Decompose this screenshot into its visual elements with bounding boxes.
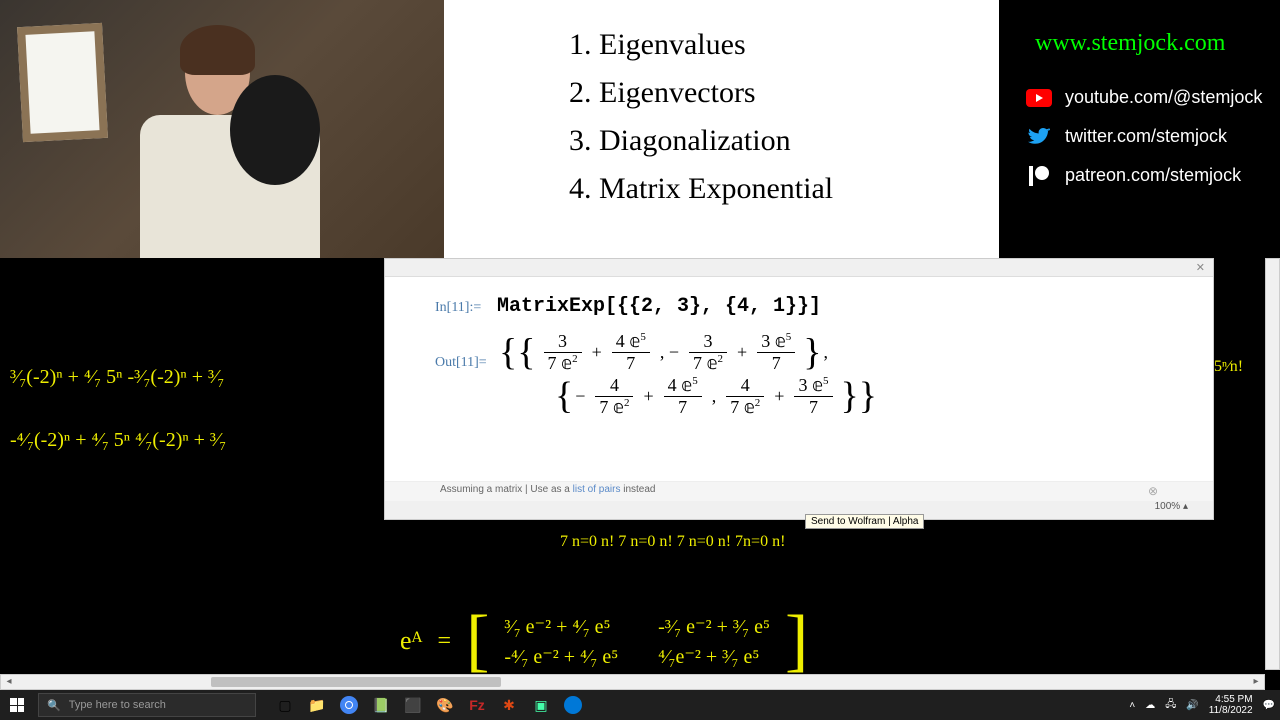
system-tray[interactable]: ˄ ☁ 🖧 🔊 4:55 PM 11/8/2022 💬 xyxy=(1129,694,1275,716)
portrait-drawing xyxy=(17,23,108,142)
youtube-icon xyxy=(1025,88,1053,108)
file-explorer-icon[interactable]: 📁 xyxy=(303,691,331,719)
matrix-bracket-right: ] xyxy=(785,601,808,681)
matrix-cells: ³⁄₇ e⁻² + ⁴⁄₇ e⁵ -³⁄₇ e⁻² + ³⁄₇ e⁵ -⁴⁄₇ … xyxy=(504,614,770,669)
windows-logo-icon xyxy=(10,698,24,712)
handwriting-bottom: 7 n=0 n! 7 n=0 n! 7 n=0 n! 7n=0 n! eᴬ = … xyxy=(0,520,1265,670)
app-icon-2[interactable]: ⬛ xyxy=(399,691,427,719)
horizontal-scrollbar[interactable]: ◂ ▸ xyxy=(0,674,1265,690)
app-icon-4[interactable]: ▣ xyxy=(527,691,555,719)
onedrive-icon[interactable]: ☁ xyxy=(1145,700,1155,711)
assumption-link[interactable]: list of pairs xyxy=(573,484,621,495)
input-code[interactable]: MatrixExp[{{2, 3}, {4, 1}}] xyxy=(497,295,821,318)
youtube-text: youtube.com/@stemjock xyxy=(1065,87,1262,108)
vertical-scrollbar[interactable] xyxy=(1265,258,1280,670)
network-icon[interactable]: 🖧 xyxy=(1165,697,1176,714)
output-expression-row2: {− 47 𝕖2 + 4 𝕖57 , 47 𝕖2 + 3 𝕖57 }} xyxy=(555,374,1183,418)
app-icon-1[interactable]: 📗 xyxy=(367,691,395,719)
microphone xyxy=(230,75,320,185)
patreon-icon xyxy=(1025,166,1053,186)
zoom-up-icon[interactable]: ▴ xyxy=(1183,501,1188,512)
website-link: www.stemjock.com xyxy=(1035,30,1270,57)
youtube-row: youtube.com/@stemjock xyxy=(1025,87,1270,108)
topics-panel: 1. Eigenvalues 2. Eigenvectors 3. Diagon… xyxy=(444,0,999,258)
mathematica-window[interactable]: ✕ In[11]:= MatrixExp[{{2, 3}, {4, 1}}] O… xyxy=(384,258,1214,520)
windows-taskbar[interactable]: 🔍 Type here to search ▢ 📁 📗 ⬛ 🎨 Fz ✱ ▣ ˄… xyxy=(0,690,1280,720)
tray-chevron-icon[interactable]: ˄ xyxy=(1129,700,1135,711)
scroll-left-icon[interactable]: ◂ xyxy=(2,676,16,689)
start-button[interactable] xyxy=(0,690,34,720)
topic-4: 4. Matrix Exponential xyxy=(569,172,969,206)
filezilla-icon[interactable]: Fz xyxy=(463,691,491,719)
topic-1: 1. Eigenvalues xyxy=(569,28,969,62)
scroll-right-icon[interactable]: ▸ xyxy=(1249,676,1263,689)
close-suggestion-icon[interactable]: ⊗ xyxy=(1148,484,1158,498)
handwriting-left: ³⁄₇(-2)ⁿ + ⁴⁄₇ 5ⁿ -³⁄₇(-2)ⁿ + ³⁄₇ -⁴⁄₇(-… xyxy=(0,258,384,520)
patreon-row: patreon.com/stemjock xyxy=(1025,165,1270,186)
patreon-text: patreon.com/stemjock xyxy=(1065,165,1241,186)
search-placeholder: Type here to search xyxy=(69,699,166,711)
scroll-thumb[interactable] xyxy=(211,677,501,687)
twitter-icon xyxy=(1025,127,1053,147)
twitter-text: twitter.com/stemjock xyxy=(1065,126,1227,147)
e-to-the-a: eᴬ xyxy=(400,626,423,656)
mathematica-icon[interactable]: ✱ xyxy=(495,691,523,719)
output-label: Out[11]= xyxy=(435,355,495,371)
notifications-icon[interactable]: 💬 xyxy=(1263,700,1275,711)
edge-icon[interactable] xyxy=(559,691,587,719)
mathematica-toolbar[interactable]: ✕ xyxy=(385,259,1213,277)
matrix-bracket-left: [ xyxy=(466,601,489,681)
search-icon: 🔍 xyxy=(47,699,61,712)
taskbar-clock[interactable]: 4:55 PM 11/8/2022 xyxy=(1209,694,1253,716)
twitter-row: twitter.com/stemjock xyxy=(1025,126,1270,147)
assumption-bar[interactable]: Assuming a matrix | Use as a list of pai… xyxy=(385,481,1213,501)
handwriting-right: 5ⁿ⁄n! xyxy=(1214,258,1265,520)
close-icon[interactable]: ✕ xyxy=(1196,261,1205,274)
chrome-icon[interactable] xyxy=(335,691,363,719)
topic-2: 2. Eigenvectors xyxy=(569,76,969,110)
task-view-icon[interactable]: ▢ xyxy=(271,691,299,719)
zoom-bar[interactable]: 100% ▴ xyxy=(385,501,1213,519)
output-expression: {{ 37 𝕖2 + 4 𝕖57 , − 37 𝕖2 + 3 𝕖57 }, xyxy=(499,343,830,360)
wolfram-alpha-tooltip: Send to Wolfram | Alpha xyxy=(805,514,924,529)
mathematica-notebook[interactable]: In[11]:= MatrixExp[{{2, 3}, {4, 1}}] Out… xyxy=(385,277,1213,426)
input-label: In[11]:= xyxy=(435,300,493,316)
topic-3: 3. Diagonalization xyxy=(569,124,969,158)
taskbar-search[interactable]: 🔍 Type here to search xyxy=(38,693,256,717)
app-icon-3[interactable]: 🎨 xyxy=(431,691,459,719)
socials-panel: www.stemjock.com youtube.com/@stemjock t… xyxy=(1005,0,1280,258)
webcam-feed xyxy=(0,0,444,258)
volume-icon[interactable]: 🔊 xyxy=(1186,700,1198,711)
